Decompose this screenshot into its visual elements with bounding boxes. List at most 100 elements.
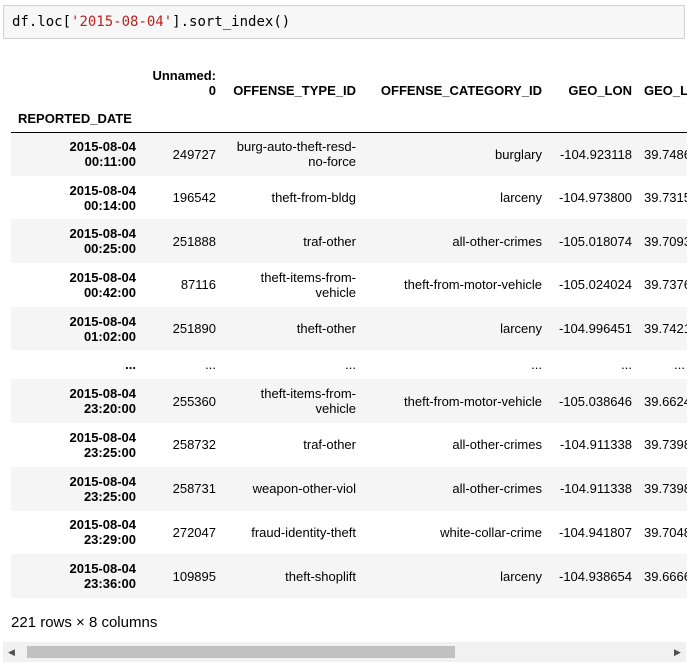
table-cell: -104.911338 [559, 481, 632, 497]
triangle-left-icon[interactable]: ◀ [3, 642, 20, 662]
table-cell: white-collar-crime [440, 524, 542, 540]
column-header: OFFENSE_TYPE_ID [233, 83, 356, 98]
row-index-label: 2015-08-04 00:42:00 [69, 269, 137, 300]
table-cell: -104.938654 [558, 568, 632, 584]
table-cell: ... [621, 357, 632, 373]
code-string-literal: '2015-08-04' [71, 14, 173, 30]
table-cell: traf-other [303, 233, 356, 249]
table-cell: theft-from-bldg [271, 190, 356, 206]
table-cell: 249727 [172, 146, 216, 162]
table-row: 2015-08-04 23:29:00 272047 fraud-identity-t… [11, 511, 688, 555]
row-index-label: 2015-08-04 00:25:00 [69, 226, 137, 257]
table-cell: 39.7093 [644, 233, 687, 249]
table-row: 2015-08-04 00:11:00 249727 burg-auto-theft-… [11, 132, 687, 176]
index-name: REPORTED_DATE [11, 104, 142, 133]
table-cell: -105.038646 [558, 393, 632, 409]
table-cell: ... [531, 357, 542, 373]
table-row: 2015-08-04 23:36:00 109895 theft-shoplift la… [11, 554, 687, 598]
table-cell: -104.911338 [559, 437, 632, 453]
table-cell: theft-from-motor-vehicle [404, 393, 542, 409]
table-cell: 39.6666 [644, 568, 687, 584]
table-cell: 251888 [172, 233, 216, 249]
row-index-label: 2015-08-04 23:29:00 [69, 517, 137, 548]
column-header: Unnamed: 0 [152, 68, 216, 98]
table-cell: larceny [500, 568, 542, 584]
table-cell: weapon-other-viol [252, 481, 356, 497]
table-cell: burglary [495, 146, 542, 162]
table-cell: larceny [500, 190, 542, 206]
table-row: 2015-08-04 23:25:00 258732 traf-other all-ot… [11, 423, 688, 467]
table-cell: theft-items-from-vehicle [260, 269, 356, 300]
table-cell: all-other-crimes [452, 481, 542, 497]
empty-header-cell [638, 104, 687, 133]
row-index-label: 2015-08-04 01:02:00 [69, 313, 137, 344]
dataframe-output: Unnamed: 0 OFFENSE_TYPE_ID OFFENSE_CATEGORY… [11, 60, 687, 600]
table-cell: -104.996451 [558, 321, 632, 337]
table-row: 2015-08-04 23:20:00 255360 theft-items-from… [11, 379, 687, 424]
row-index-label: 2015-08-04 00:11:00 [69, 139, 137, 170]
empty-header-cell [142, 104, 222, 133]
ellipsis-row: .................. [11, 350, 687, 379]
table-cell: -104.941807 [558, 524, 632, 540]
table-cell: theft-other [296, 321, 356, 337]
table-cell: 258731 [172, 481, 216, 497]
table-cell: -104.923118 [559, 146, 632, 162]
code-cell-input[interactable]: df.loc['2015-08-04'].sort_index() [3, 5, 685, 39]
table-cell: 196542 [172, 190, 216, 206]
empty-header-cell [222, 104, 362, 133]
table-cell: larceny [500, 321, 542, 337]
table-row: 2015-08-04 01:02:00 251890 theft-other larce… [11, 306, 687, 351]
table-cell: theft-shoplift [285, 568, 356, 584]
row-index-label: 2015-08-04 23:25:00 [69, 473, 137, 504]
table-cell: -105.024024 [558, 277, 632, 293]
table-cell: traf-other [303, 437, 356, 453]
table-cell: fraud-identity-theft [251, 524, 356, 540]
table-cell: 109895 [172, 568, 216, 584]
table-cell: burg-auto-theft-resd-no-force [236, 139, 356, 170]
empty-header-cell [548, 104, 638, 133]
table-cell: theft-from-motor-vehicle [404, 277, 542, 293]
horizontal-scrollbar[interactable]: ◀ ▶ [3, 642, 686, 662]
row-index-label: 2015-08-04 23:20:00 [69, 386, 137, 417]
empty-header-cell [362, 104, 548, 133]
table-cell: 258732 [172, 437, 216, 453]
table-cell: all-other-crimes [452, 437, 542, 453]
column-header-row: Unnamed: 0 OFFENSE_TYPE_ID OFFENSE_CATEGORY… [11, 60, 687, 104]
table-row: 2015-08-04 23:25:00 258731 weapon-other-vio… [11, 466, 687, 511]
code-prefix: df.loc[ [12, 14, 72, 30]
column-header: OFFENSE_CATEGORY_ID [380, 83, 542, 98]
table-cell: 87116 [180, 277, 216, 293]
table-cell: ... [674, 357, 685, 373]
table-cell: ... [205, 357, 216, 373]
table-cell: theft-items-from-vehicle [260, 386, 356, 417]
table-cell: -104.973800 [558, 190, 632, 206]
table-cell: 39.7421 [644, 321, 687, 337]
table-cell: 39.7398 [644, 481, 687, 497]
table-cell: 39.7398 [644, 437, 687, 453]
table-cell: ... [345, 357, 356, 373]
dataframe-table: Unnamed: 0 OFFENSE_TYPE_ID OFFENSE_CATEGORY… [11, 60, 687, 598]
header-corner [11, 60, 142, 104]
table-cell: 39.7048 [644, 524, 687, 540]
column-header: GEO_LON [568, 83, 632, 98]
row-index-label: 2015-08-04 23:36:00 [69, 561, 137, 592]
row-index-label: 2015-08-04 00:14:00 [69, 182, 137, 213]
table-cell: 39.7376 [644, 277, 687, 293]
table-cell: 39.7315 [644, 190, 687, 206]
table-cell: all-other-crimes [452, 233, 542, 249]
code-suffix: ].sort_index() [172, 14, 291, 30]
scrollbar-thumb[interactable] [27, 646, 455, 658]
table-cell: 39.6624 [644, 393, 687, 409]
column-header: GEO_L [644, 83, 687, 98]
triangle-right-icon[interactable]: ▶ [669, 642, 686, 662]
row-index-label: ... [125, 357, 136, 373]
row-index-label: 2015-08-04 23:25:00 [69, 429, 137, 460]
table-row: 2015-08-04 00:25:00 251888 traf-other all-ot… [11, 219, 687, 264]
table-row: 2015-08-04 00:42:00 87116 theft-items-from-… [11, 263, 688, 307]
table-cell: 251890 [172, 321, 216, 337]
table-cell: 255360 [172, 393, 216, 409]
table-row: 2015-08-04 00:14:00 196542 theft-from-bldg l… [11, 176, 688, 220]
table-cell: -105.018074 [558, 233, 632, 249]
dataframe-shape-text: 221 rows × 8 columns [11, 614, 158, 631]
table-cell: 272047 [172, 524, 216, 540]
